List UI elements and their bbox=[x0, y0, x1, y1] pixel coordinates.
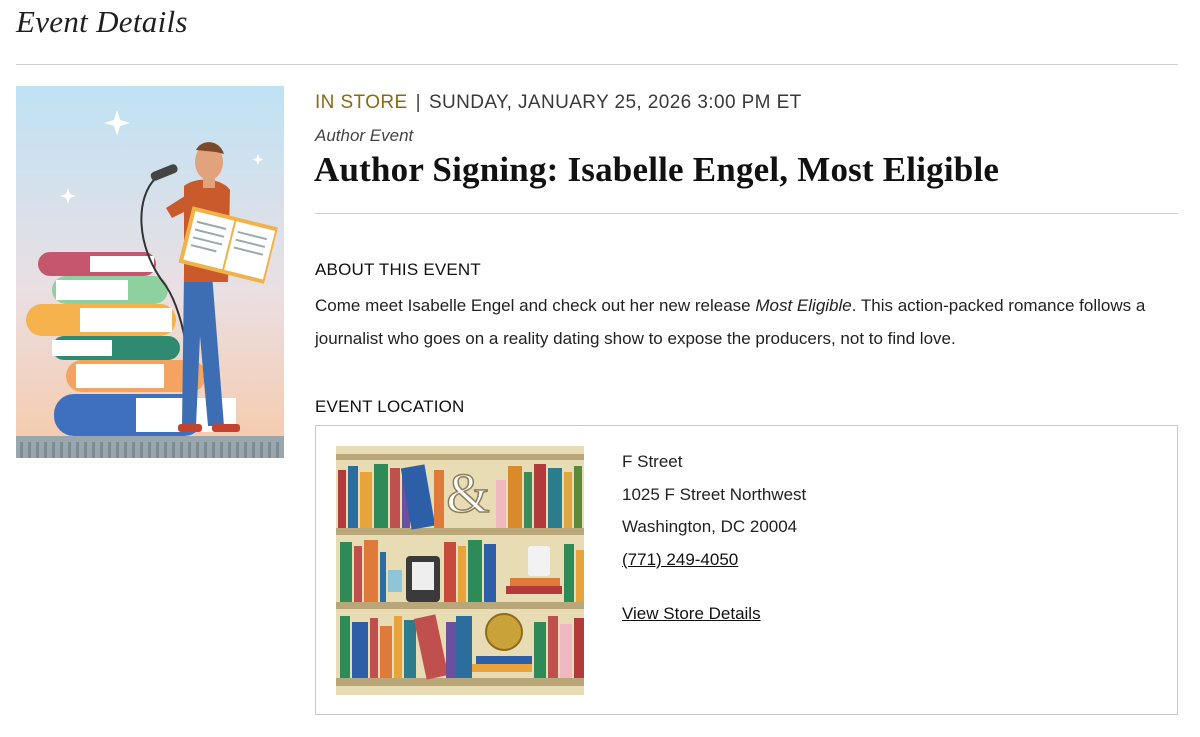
about-text-start: Come meet Isabelle Engel and check out h… bbox=[315, 296, 756, 315]
meta-separator: | bbox=[415, 92, 421, 113]
store-name: F Street bbox=[622, 452, 683, 471]
event-category: Author Event bbox=[315, 126, 414, 145]
page-title: Event Details bbox=[16, 4, 188, 39]
store-illustration: & bbox=[336, 446, 584, 695]
ampersand-logo: & bbox=[446, 463, 490, 525]
header-divider bbox=[16, 64, 1178, 65]
event-datetime: Sunday, January 25, 2026 3:00 PM ET bbox=[428, 92, 802, 113]
venue-type-label: In Store bbox=[315, 92, 408, 113]
title-divider bbox=[315, 213, 1178, 214]
event-meta-line: In Store | Sunday, January 25, 2026 3:00 P… bbox=[315, 92, 802, 114]
store-phone-link[interactable]: (771) 249-4050 bbox=[622, 550, 738, 570]
book-title-italic: Most Eligible bbox=[755, 296, 852, 315]
author-singing-illustration bbox=[16, 86, 284, 458]
location-card: & F Street 1025 F Street Northwest Washi… bbox=[315, 425, 1178, 715]
about-heading: About This Event bbox=[315, 260, 481, 279]
view-store-details-link[interactable]: View Store Details bbox=[622, 604, 761, 624]
event-illustration bbox=[16, 86, 284, 458]
store-street-address: 1025 F Street Northwest bbox=[622, 485, 807, 504]
location-heading: Event Location bbox=[315, 397, 465, 416]
event-title: Author Signing: Isabelle Engel, Most Eli… bbox=[314, 150, 1000, 189]
about-description: Come meet Isabelle Engel and check out h… bbox=[315, 289, 1177, 355]
store-city-state-zip: Washington, DC 20004 bbox=[622, 517, 798, 536]
bookshelf-illustration: & bbox=[336, 446, 584, 695]
